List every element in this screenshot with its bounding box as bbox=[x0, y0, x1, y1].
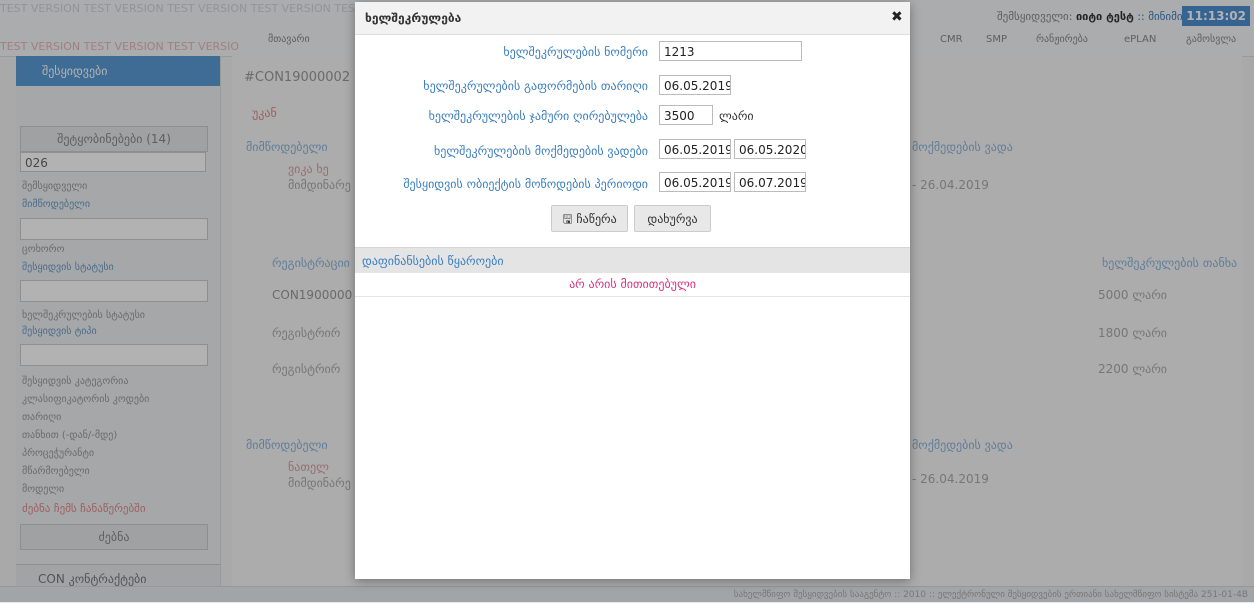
close-button[interactable]: დახურვა bbox=[634, 205, 711, 232]
delivery-from-input[interactable]: 06.05.2019 bbox=[659, 172, 731, 192]
save-button[interactable]: 🖫 ჩაწერა bbox=[551, 205, 628, 232]
sign-date-input[interactable]: 06.05.2019 bbox=[659, 75, 731, 95]
funding-empty-text: არ არის მითითებული bbox=[569, 277, 696, 291]
contract-number-input[interactable]: 1213 bbox=[659, 41, 802, 61]
save-icon: 🖫 bbox=[562, 212, 573, 226]
contract-number-label: ხელშეკრულების ნომერი bbox=[503, 45, 648, 59]
total-value-input[interactable]: 3500 bbox=[659, 105, 713, 125]
contract-modal: ხელშეკრულება ✖ ხელშეკრულების ნომერი 1213… bbox=[355, 2, 910, 579]
save-button-label: ჩაწერა bbox=[576, 212, 617, 226]
validity-from-input[interactable]: 06.05.2019 bbox=[659, 139, 731, 159]
currency-unit: ლარი bbox=[719, 109, 754, 123]
modal-title: ხელშეკრულება bbox=[365, 11, 462, 25]
delivery-to-input[interactable]: 06.07.2019 bbox=[734, 172, 806, 192]
funding-sources-header: დაფინანსების წყაროები bbox=[355, 247, 910, 273]
sign-date-label: ხელშეკრულების გაფორმების თარიღი bbox=[423, 79, 648, 93]
funding-sources-title: დაფინანსების წყაროები bbox=[362, 254, 504, 268]
total-value-label: ხელშეკრულების ჯამური ღირებულება bbox=[428, 109, 648, 123]
validity-to-input[interactable]: 06.05.2020 bbox=[734, 139, 806, 159]
funding-sources-body: არ არის მითითებული bbox=[355, 272, 910, 297]
validity-label: ხელშეკრულების მოქმედების ვადები bbox=[434, 144, 648, 158]
close-icon[interactable]: ✖ bbox=[891, 9, 903, 25]
delivery-period-label: შესყიდვის ობიექტის მოწოდების პერიოდი bbox=[403, 177, 648, 191]
modal-header: ხელშეკრულება ✖ bbox=[355, 2, 910, 35]
